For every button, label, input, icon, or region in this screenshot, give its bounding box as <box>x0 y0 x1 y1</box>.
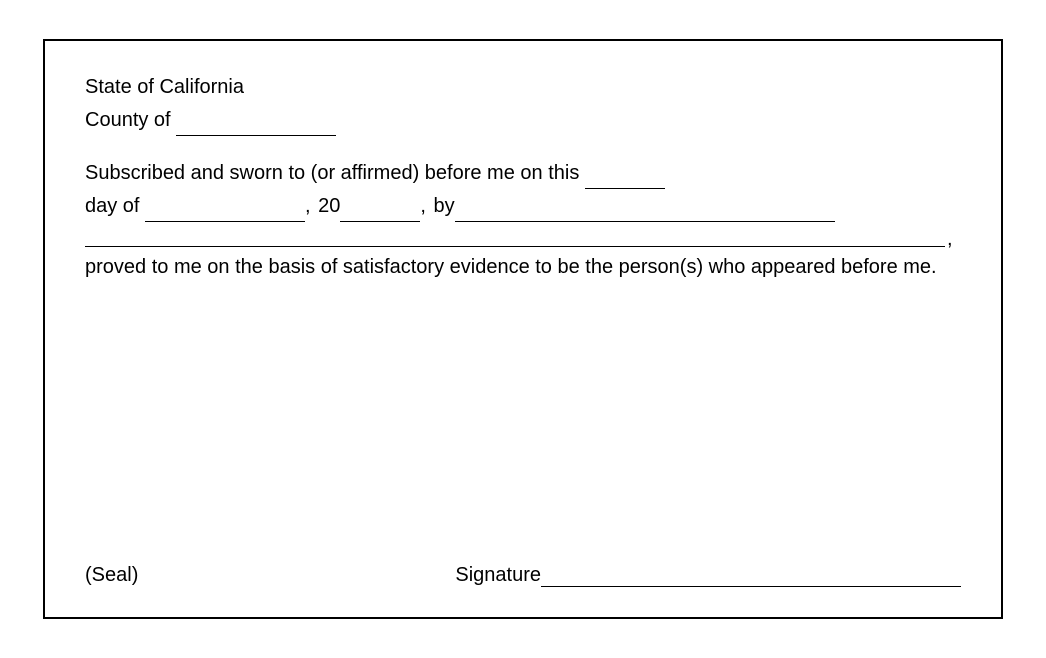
signature-area: Signature <box>455 564 961 587</box>
county-blank[interactable] <box>176 103 336 136</box>
footer-area: (Seal) Signature <box>85 554 961 587</box>
continuation-blank[interactable] <box>85 228 945 247</box>
year-blank[interactable] <box>340 189 420 222</box>
day-blank[interactable] <box>585 156 665 189</box>
continuation-line: , <box>85 224 961 251</box>
state-text: State of California <box>85 76 244 98</box>
proved-text: proved to me on the basis of satisfactor… <box>85 251 961 283</box>
signature-blank[interactable] <box>541 568 961 587</box>
year-prefix: 20 <box>318 195 340 217</box>
county-line: County of <box>85 103 961 136</box>
notary-block: State of California County of Subscribed… <box>43 39 1003 619</box>
seal-label: (Seal) <box>85 564 138 587</box>
proved-content: proved to me on the basis of satisfactor… <box>85 256 937 278</box>
signature-label: Signature <box>455 564 541 587</box>
name-blank[interactable] <box>455 189 835 222</box>
subscribed-line2: day of , 20 , by <box>85 189 961 222</box>
day-of-prefix: day of <box>85 195 139 217</box>
month-blank[interactable] <box>145 189 305 222</box>
content-area: State of California County of Subscribed… <box>85 71 961 283</box>
state-line: State of California <box>85 71 961 103</box>
subscribed-line1: Subscribed and sworn to (or affirmed) be… <box>85 156 961 189</box>
by-prefix: by <box>434 195 455 217</box>
subscribed-prefix: Subscribed and sworn to (or affirmed) be… <box>85 162 579 184</box>
county-prefix: County of <box>85 109 171 131</box>
